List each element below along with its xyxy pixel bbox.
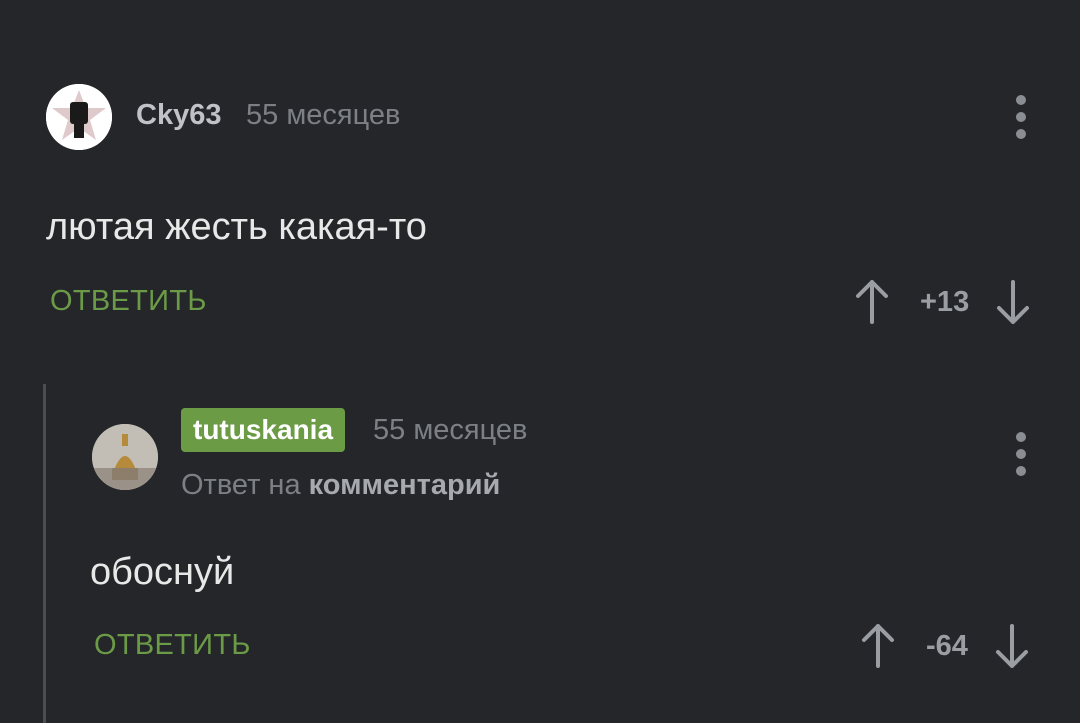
arrow-up-icon[interactable] [852,278,892,326]
arrow-down-icon[interactable] [992,622,1032,670]
avatar[interactable] [46,84,112,150]
reply-to-link[interactable]: комментарий [309,469,501,501]
more-vertical-icon[interactable] [1015,95,1027,139]
reply-to-prefix: Ответ на [181,469,301,501]
score: +13 [920,285,970,318]
username[interactable]: Cky63 [136,99,221,132]
comment-time: 55 месяцев [246,99,401,131]
username-badge[interactable]: tutuskania [181,408,346,452]
reply-button[interactable]: ОТВЕТИТЬ [50,285,207,318]
comment-text: обоснуй [90,551,235,593]
avatar[interactable] [92,424,158,490]
more-vertical-icon[interactable] [1015,432,1027,476]
thread-line [43,384,46,723]
comment-text: лютая жесть какая-то [46,206,427,248]
comments-page: Cky63 55 месяцев лютая жесть какая-то ОТ… [0,0,1080,723]
arrow-up-icon[interactable] [858,622,898,670]
arrow-down-icon[interactable] [993,278,1033,326]
vote-controls: -64 [858,622,1032,670]
comment-time: 55 месяцев [373,414,528,446]
vote-controls: +13 [852,278,1033,326]
score: -64 [926,629,968,662]
reply-to-line: Ответ на комментарий [181,469,500,502]
reply-button[interactable]: ОТВЕТИТЬ [94,629,251,662]
